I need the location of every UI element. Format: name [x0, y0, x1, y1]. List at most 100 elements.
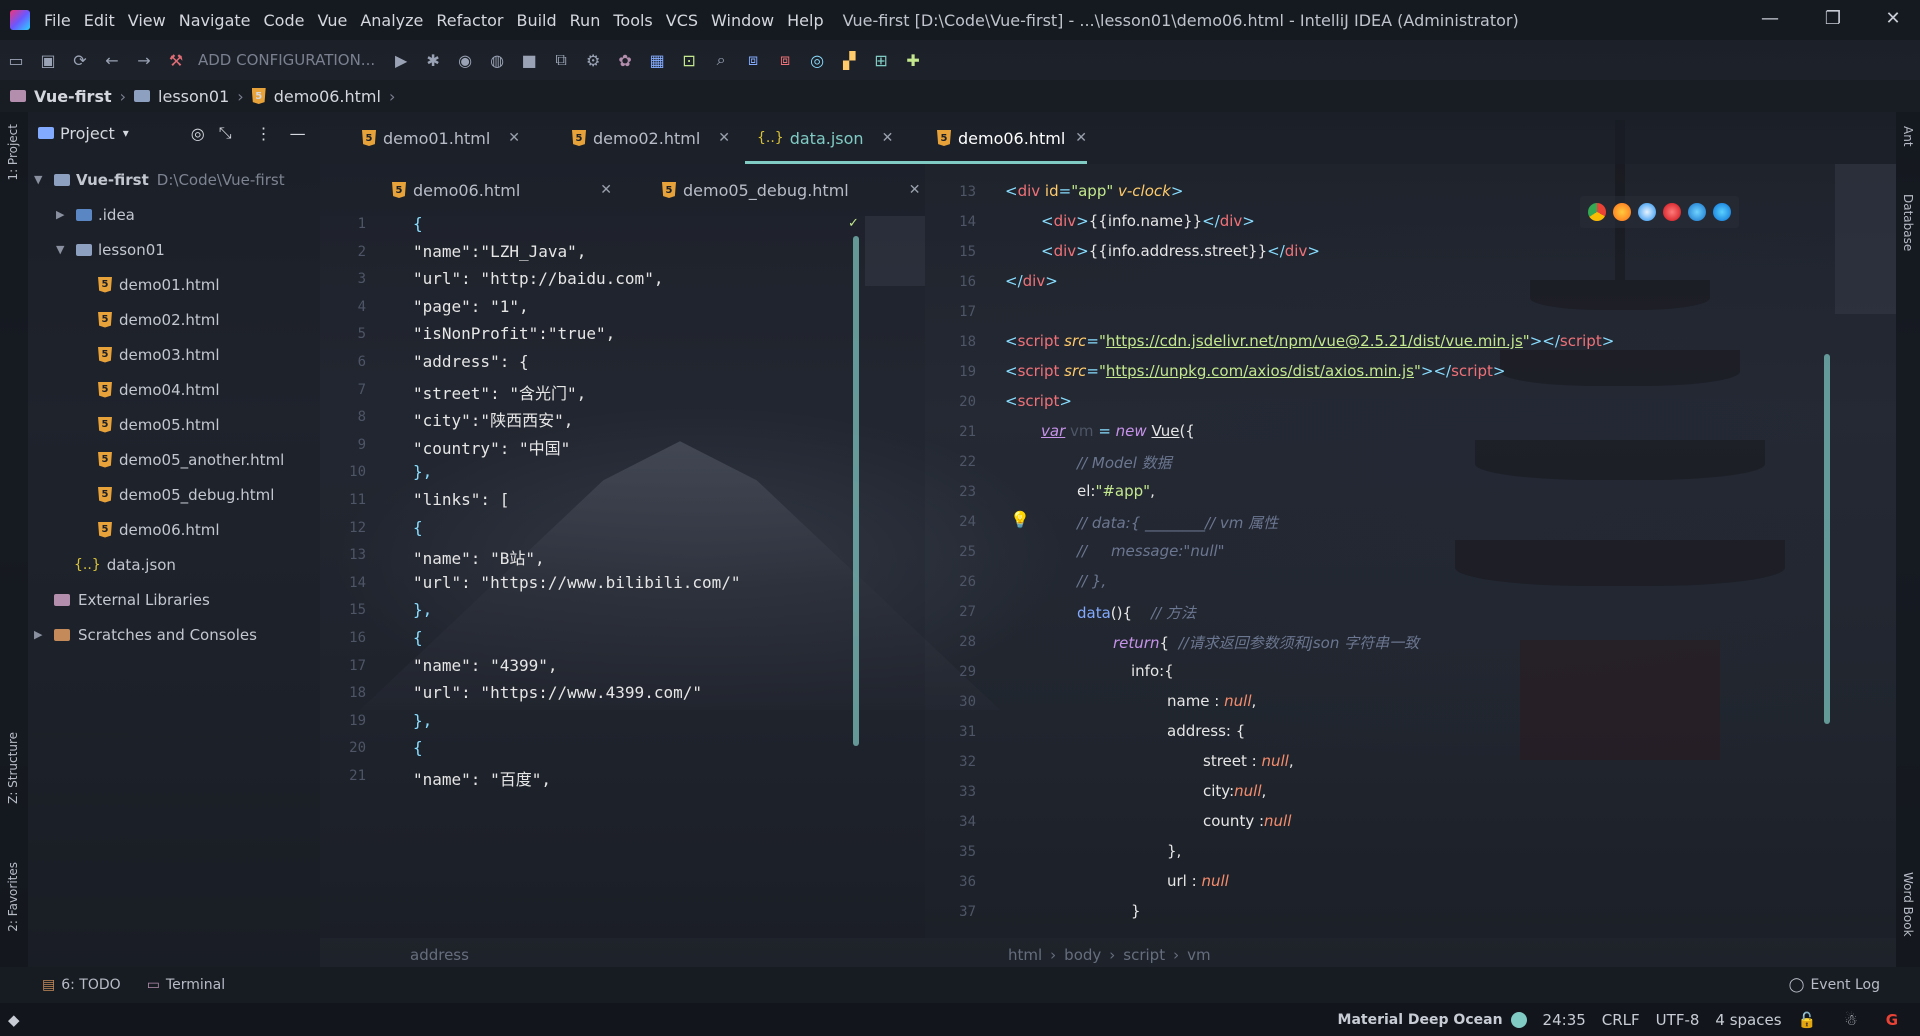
tree-file[interactable]: 5 demo05_another.html [28, 442, 320, 477]
breadcrumb-folder[interactable]: lesson01 [158, 87, 229, 106]
menu-vue[interactable]: Vue [317, 11, 347, 30]
stop-icon[interactable]: ■ [518, 49, 540, 71]
firefox-icon[interactable] [1613, 203, 1631, 221]
favorites-tool-button[interactable]: 2: Favorites [6, 862, 20, 932]
tree-scratches[interactable]: ▶ Scratches and Consoles [28, 617, 320, 652]
hide-panel-icon[interactable]: — [290, 124, 306, 143]
database-icon[interactable]: ◎ [806, 49, 828, 71]
close-icon[interactable]: ✕ [718, 130, 730, 146]
menu-run[interactable]: Run [570, 11, 601, 30]
file-encoding[interactable]: UTF-8 [1656, 1011, 1700, 1029]
inspector-icon[interactable]: ☃ [1844, 1011, 1857, 1029]
tree-file[interactable]: 5 demo05.html [28, 407, 320, 442]
tab-demo01[interactable]: 5 demo01.html ✕ [350, 112, 520, 164]
tree-file[interactable]: 5 demo05_debug.html [28, 477, 320, 512]
chrome-icon[interactable] [1588, 203, 1606, 221]
close-icon[interactable]: ✕ [1075, 130, 1087, 146]
tab-data-json[interactable]: {..} data.json ✕ [745, 112, 925, 164]
sync-icon[interactable]: ⟳ [69, 49, 91, 71]
tree-file[interactable]: 5 demo03.html [28, 337, 320, 372]
todo-tool-button[interactable]: 6: TODO [61, 977, 120, 993]
database-tool-button[interactable]: Database [1901, 194, 1915, 251]
crumb-vm[interactable]: vm [1187, 946, 1211, 964]
translate-icon[interactable]: ⧈ [742, 49, 764, 71]
forward-icon[interactable]: → [133, 49, 155, 71]
menu-navigate[interactable]: Navigate [179, 11, 251, 30]
locate-icon[interactable]: ◎ [191, 124, 205, 143]
open-folder-icon[interactable]: ▭ [5, 49, 27, 71]
tab-demo06[interactable]: 5 demo06.html ✕ [380, 164, 612, 216]
tree-file-json[interactable]: {..} data.json [28, 547, 320, 582]
settings-icon[interactable]: ✿ [614, 49, 636, 71]
minimap[interactable] [865, 216, 925, 286]
crumb-script[interactable]: script [1123, 946, 1165, 964]
wordbook-tool-button[interactable]: Word Book [1901, 872, 1915, 937]
add-configuration-button[interactable]: ADD CONFIGURATION... [198, 51, 375, 69]
build-hammer-icon[interactable]: ⚒ [165, 49, 187, 71]
vertical-scrollbar[interactable] [1824, 354, 1830, 724]
menu-code[interactable]: Code [264, 11, 305, 30]
breadcrumb-project[interactable]: Vue-first [34, 87, 112, 106]
structure-icon[interactable]: ▦ [646, 49, 668, 71]
tab-demo05-debug[interactable]: 5 demo05_debug.html ✕ [650, 164, 920, 216]
run-icon[interactable]: ▶ [390, 49, 412, 71]
minimize-icon[interactable]: — [1745, 0, 1795, 40]
structure-tool-button[interactable]: Z: Structure [6, 732, 20, 804]
tree-file[interactable]: 5 demo02.html [28, 302, 320, 337]
layers-icon[interactable]: ◆ [8, 1011, 20, 1029]
line-separator[interactable]: CRLF [1602, 1011, 1640, 1029]
chevron-down-icon[interactable]: ▾ [123, 126, 129, 140]
coverage-icon[interactable]: ◉ [454, 49, 476, 71]
tree-item-idea[interactable]: ▶ .idea [28, 197, 320, 232]
translate-alt-icon[interactable]: ⧈ [774, 49, 796, 71]
menu-edit[interactable]: Edit [84, 11, 115, 30]
crumb-body[interactable]: body [1064, 946, 1101, 964]
opera-icon[interactable] [1663, 203, 1681, 221]
restore-icon[interactable]: ❐ [1808, 0, 1858, 40]
breadcrumb-file[interactable]: demo06.html [274, 87, 381, 106]
menu-tools[interactable]: Tools [613, 11, 652, 30]
menu-help[interactable]: Help [787, 11, 823, 30]
menu-build[interactable]: Build [516, 11, 556, 30]
left-editor-breadcrumb[interactable]: address [410, 942, 469, 968]
close-window-icon[interactable]: ✕ [1868, 0, 1918, 40]
google-icon[interactable]: G [1886, 1011, 1898, 1029]
tree-file[interactable]: 5 demo06.html [28, 512, 320, 547]
build-project-icon[interactable]: ⧉ [550, 49, 572, 71]
safari-icon[interactable] [1638, 203, 1656, 221]
menu-analyze[interactable]: Analyze [360, 11, 423, 30]
indent-setting[interactable]: 4 spaces [1715, 1011, 1781, 1029]
close-icon[interactable]: ✕ [600, 182, 612, 198]
tree-root[interactable]: ▼ Vue-first D:\Code\Vue-first [28, 162, 320, 197]
back-icon[interactable]: ← [101, 49, 123, 71]
tree-item-lesson01[interactable]: ▼ lesson01 [28, 232, 320, 267]
tree-file[interactable]: 5 demo04.html [28, 372, 320, 407]
screen-icon[interactable]: ⊞ [870, 49, 892, 71]
theme-indicator[interactable]: Material Deep Ocean [1338, 1012, 1503, 1028]
lightbulb-icon[interactable]: 💡 [1010, 510, 1030, 529]
close-icon[interactable]: ✕ [508, 130, 520, 146]
lock-icon[interactable]: 🔓 [1798, 1011, 1817, 1029]
terminal-tool-button[interactable]: Terminal [166, 977, 225, 993]
debug-icon[interactable]: ✱ [422, 49, 444, 71]
project-view-selector[interactable]: Project [60, 124, 115, 143]
tab-demo02[interactable]: 5 demo02.html ✕ [560, 112, 730, 164]
left-code-editor[interactable]: 1 2 3 4 5 6 7 8 9 10 11 12 13 14 15 16 17 18 19 20 21 {"name… [320, 216, 925, 938]
plugin-icon[interactable]: ✚ [902, 49, 924, 71]
project-tool-button[interactable]: 1: Project [6, 124, 20, 181]
cursor-position[interactable]: 24:35 [1543, 1011, 1586, 1029]
edge-icon[interactable] [1713, 203, 1731, 221]
close-icon[interactable]: ✕ [882, 130, 894, 146]
ie-icon[interactable] [1688, 203, 1706, 221]
tree-file[interactable]: 5 demo01.html [28, 267, 320, 302]
minimap[interactable] [1835, 164, 1896, 314]
menu-view[interactable]: View [128, 11, 166, 30]
collapse-icon[interactable]: ⤡ [219, 123, 232, 143]
save-icon[interactable]: ▣ [37, 49, 59, 71]
crumb-html[interactable]: html [1008, 946, 1042, 964]
menu-file[interactable]: File [44, 11, 71, 30]
event-log-button[interactable]: Event Log [1810, 977, 1880, 993]
menu-window[interactable]: Window [711, 11, 774, 30]
vertical-scrollbar[interactable] [853, 236, 859, 746]
menu-vcs[interactable]: VCS [666, 11, 698, 30]
